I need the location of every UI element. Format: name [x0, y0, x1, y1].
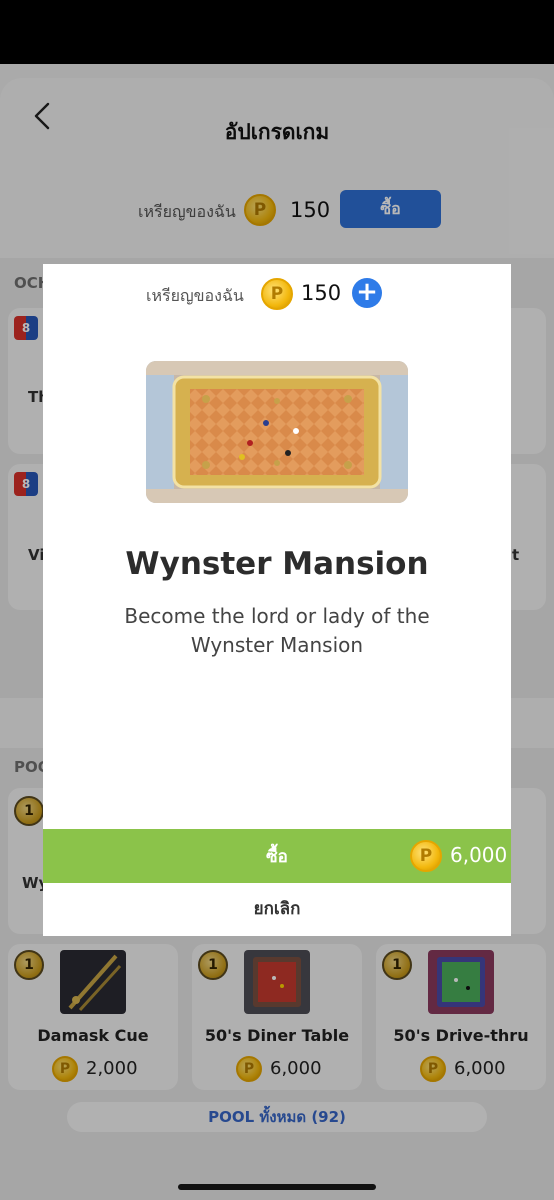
coin-icon: P	[410, 840, 442, 872]
confirm-buy-button[interactable]: ซื้อ P 6,000	[43, 829, 511, 883]
add-coins-plus-icon[interactable]: +	[352, 278, 382, 308]
cancel-button[interactable]: ยกเลิก	[43, 883, 511, 936]
home-indicator[interactable]	[178, 1184, 376, 1190]
coin-icon: P	[261, 278, 293, 310]
item-preview-image	[146, 361, 408, 503]
dialog-wallet-label: เหรียญของฉัน	[146, 286, 244, 305]
item-price: 6,000	[450, 843, 508, 867]
dialog-wallet-balance: 150	[301, 281, 342, 305]
item-description: Become the lord or lady of the Wynster M…	[124, 604, 430, 657]
item-title: Wynster Mansion	[125, 546, 429, 582]
dialog-wallet-bar: เหรียญของฉัน P 150	[43, 278, 511, 310]
purchase-dialog: เหรียญของฉัน P 150 + Wynster Mansion Bec…	[43, 264, 511, 936]
